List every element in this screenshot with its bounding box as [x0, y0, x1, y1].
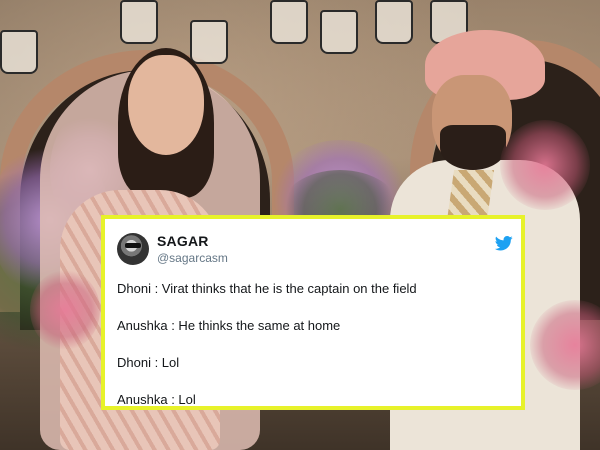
lantern — [120, 0, 158, 44]
tweet-header: SAGAR @sagarcasm — [105, 219, 521, 265]
lantern — [375, 0, 413, 44]
tweet-line: Anushka : Lol — [117, 392, 196, 407]
tweet-card: SAGAR @sagarcasm Dhoni : Virat thinks th… — [101, 215, 525, 410]
avatar[interactable] — [117, 233, 149, 265]
lantern — [320, 10, 358, 54]
bride-face — [128, 55, 204, 155]
tweet-text: Dhoni : Virat thinks that he is the capt… — [117, 281, 511, 407]
tweet-line: Anushka : He thinks the same at home — [117, 318, 341, 333]
lantern — [190, 20, 228, 64]
groom-beard — [440, 125, 506, 170]
lantern — [270, 0, 308, 44]
tweet-line: Dhoni : Virat thinks that he is the capt… — [117, 281, 417, 296]
lantern — [0, 30, 38, 74]
rose-bouquet — [30, 270, 100, 350]
tweet-line: Dhoni : Lol — [117, 355, 180, 370]
user-handle[interactable]: @sagarcasm — [157, 251, 228, 265]
rose-bouquet — [500, 120, 590, 210]
twitter-bird-icon — [495, 236, 513, 251]
display-name[interactable]: SAGAR — [157, 233, 209, 249]
